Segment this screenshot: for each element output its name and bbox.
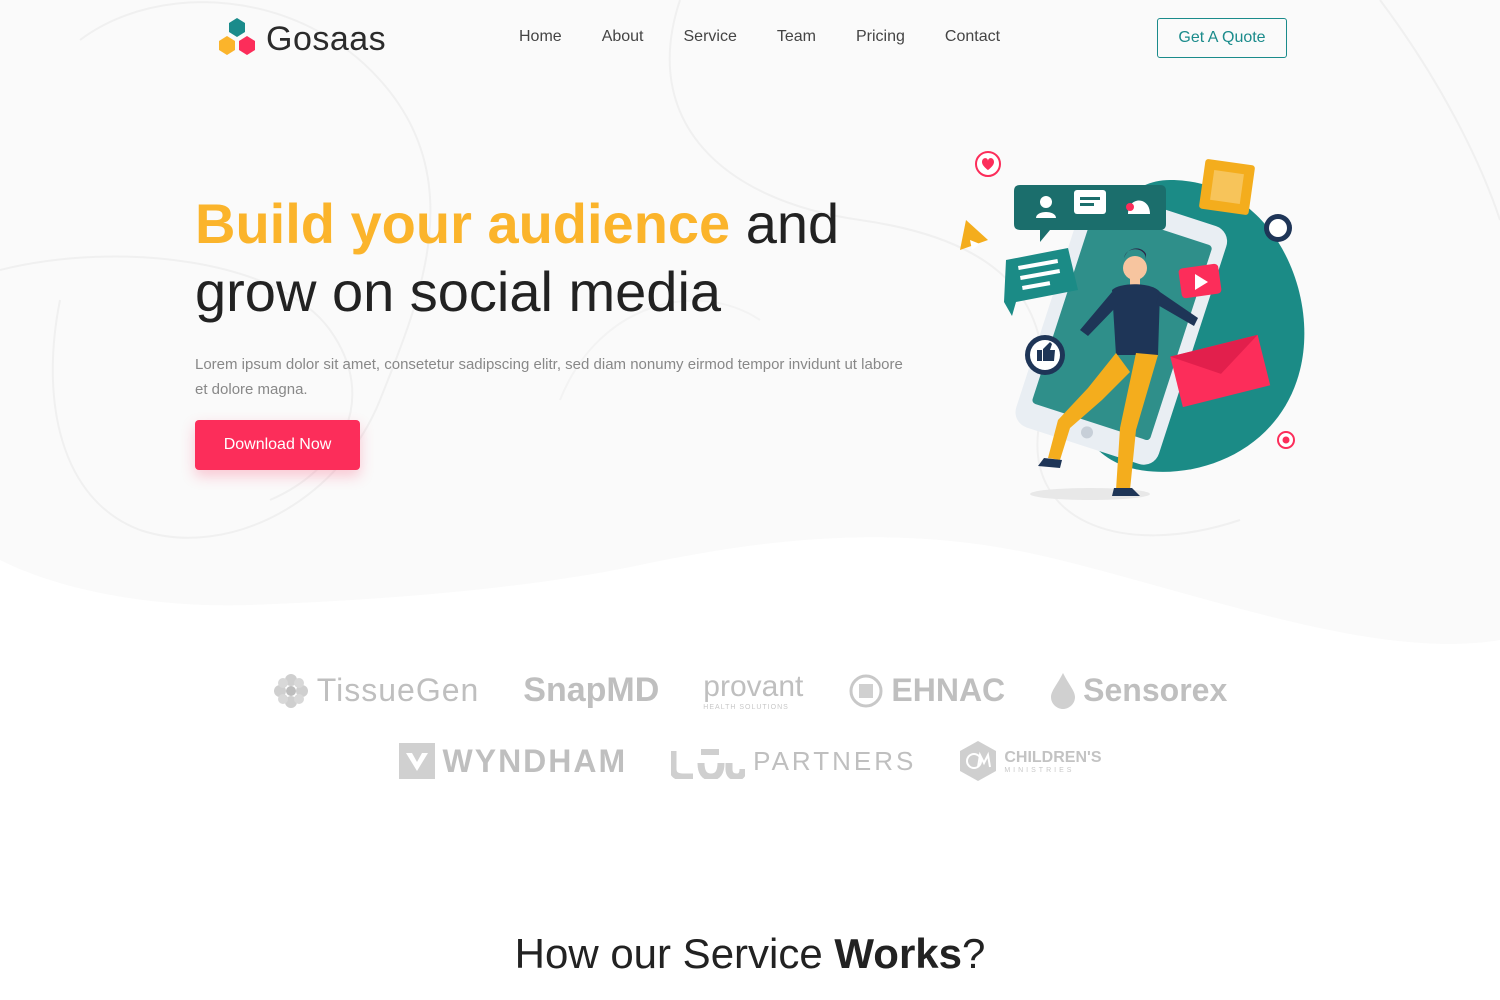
site-header: Gosaas Home About Service Team Pricing C…: [0, 0, 1500, 80]
brand-ehnac: EHNAC: [849, 672, 1005, 709]
main-nav: Home About Service Team Pricing Contact: [500, 28, 1040, 46]
brand-name: TissueGen: [316, 672, 480, 708]
brand-childrens-ministries: CHILDREN'S MINISTRIES: [960, 741, 1101, 781]
brand-tissuegen: TissueGen: [273, 672, 480, 709]
childrens-text: CHILDREN'S MINISTRIES: [1004, 749, 1101, 774]
social-media-illustration: [960, 151, 1305, 500]
brand-snapmd: SnapMD: [523, 671, 659, 710]
brand-name: CHILDREN'S: [1004, 748, 1102, 766]
brand-row-2: WYNDHAM PARTNERS CHILDREN'S MINISTRIES: [0, 741, 1500, 781]
nav-pricing[interactable]: Pricing: [856, 28, 905, 46]
headline-highlight: Build your audience: [195, 192, 731, 255]
section-title-bold: Works: [834, 930, 963, 977]
logo[interactable]: Gosaas: [214, 16, 386, 62]
nav-contact[interactable]: Contact: [945, 28, 1000, 46]
brand-name: SnapMD: [523, 671, 660, 709]
childrens-hexagon-icon: [960, 741, 997, 781]
brand-subtitle: MINISTRIES: [1004, 766, 1075, 774]
get-a-quote-button[interactable]: Get A Quote: [1157, 18, 1287, 58]
brand-row-1: TissueGen SnapMD provant HEALTH SOLUTION…: [0, 670, 1500, 711]
headline-rest: and: [730, 192, 840, 255]
download-now-button[interactable]: Download Now: [195, 420, 360, 470]
hero-description: Lorem ipsum dolor sit amet, consetetur s…: [195, 356, 903, 398]
hero-section: Build your audience and grow on social m…: [195, 190, 915, 470]
brand-subtitle: HEALTH SOLUTIONS: [703, 704, 789, 711]
wyndham-shield-icon: [398, 743, 435, 779]
nav-about[interactable]: About: [602, 28, 644, 46]
logo-text: Gosaas: [266, 19, 387, 58]
brand-name: WYNDHAM: [442, 742, 628, 779]
sensorex-drop-icon: [1051, 672, 1076, 709]
brand-sensorex: Sensorex: [1051, 672, 1227, 709]
ehnac-globe-icon: [849, 674, 883, 707]
tissuegen-flower-icon: [273, 673, 308, 708]
brand-name: EHNAC: [891, 672, 1006, 708]
brand-name: Sensorex: [1083, 672, 1228, 708]
brand-partners: PARTNERS: [671, 743, 916, 779]
brand-name: PARTNERS: [753, 745, 917, 776]
brand-name: provant: [703, 670, 804, 703]
brand-provant: provant HEALTH SOLUTIONS: [703, 670, 803, 711]
nav-team[interactable]: Team: [777, 28, 816, 46]
nav-home[interactable]: Home: [519, 28, 562, 46]
nav-service[interactable]: Service: [684, 28, 737, 46]
brand-logos: TissueGen SnapMD provant HEALTH SOLUTION…: [0, 660, 1500, 781]
logo-icon: [219, 18, 255, 55]
hero-headline: Build your audience and grow on social m…: [195, 190, 915, 326]
section-title: How our Service Works?: [0, 930, 1500, 978]
section-title-suffix: ?: [962, 930, 986, 977]
headline-line-2: grow on social media: [195, 260, 722, 323]
partners-mark-icon: [671, 749, 746, 779]
brand-wyndham: WYNDHAM: [398, 742, 628, 780]
section-title-prefix: How our Service: [514, 930, 835, 977]
